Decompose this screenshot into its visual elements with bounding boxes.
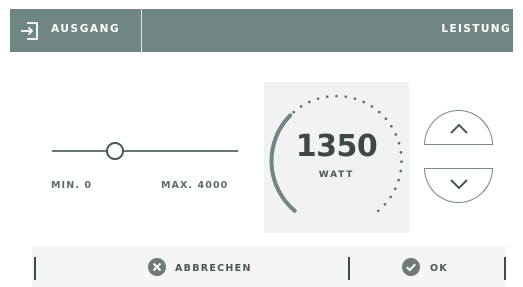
dial-dot: [308, 100, 311, 104]
cancel-label: ABBRECHEN: [175, 263, 252, 274]
dial-dot: [384, 117, 388, 121]
increase-button[interactable]: [424, 110, 493, 145]
dial-dot: [377, 110, 381, 114]
dial-dot: [390, 124, 393, 128]
dial-dot: [292, 110, 296, 114]
footer-divider-right: [504, 257, 506, 280]
slider-track[interactable]: [52, 150, 238, 152]
exit-button[interactable]: AUSGANG: [10, 9, 141, 52]
dial-dot: [383, 202, 387, 206]
dial-dot: [325, 95, 329, 98]
dial-dot: [376, 209, 380, 213]
dial-dot: [316, 97, 320, 100]
header-divider: [141, 9, 142, 52]
chevron-up-icon: [450, 123, 468, 134]
slider-thumb[interactable]: [105, 142, 124, 160]
dial-dot: [393, 187, 397, 191]
footer-divider-left: [34, 257, 36, 280]
dial-dot: [299, 105, 303, 108]
decrease-button[interactable]: [424, 168, 493, 203]
cancel-button[interactable]: ABBRECHEN: [42, 246, 347, 287]
power-value: 1350: [295, 129, 378, 164]
power-dial: 1350 WATT: [264, 82, 409, 233]
slider-max-label: MAX. 4000: [161, 180, 229, 191]
header-bar: AUSGANG LEISTUNG: [10, 9, 513, 52]
dial-dot: [353, 97, 357, 100]
slider-min-label: MIN. 0: [51, 180, 93, 191]
dial-dot: [362, 100, 365, 104]
ok-label: OK: [430, 263, 449, 274]
exit-label: AUSGANG: [51, 23, 121, 35]
dial-dot: [370, 105, 374, 108]
exit-icon: [21, 22, 38, 40]
power-slider[interactable]: [52, 135, 238, 171]
ok-button[interactable]: OK: [350, 246, 502, 287]
chevron-down-icon: [450, 179, 468, 190]
footer-bar: ABBRECHEN OK: [32, 246, 506, 287]
dial-dot: [335, 94, 338, 98]
check-circle-icon: [402, 258, 420, 276]
dial-dot: [389, 195, 392, 199]
close-circle-icon: [148, 258, 166, 276]
dial-dot: [344, 95, 348, 98]
page-title: LEISTUNG: [441, 23, 511, 35]
power-unit: WATT: [318, 170, 355, 180]
